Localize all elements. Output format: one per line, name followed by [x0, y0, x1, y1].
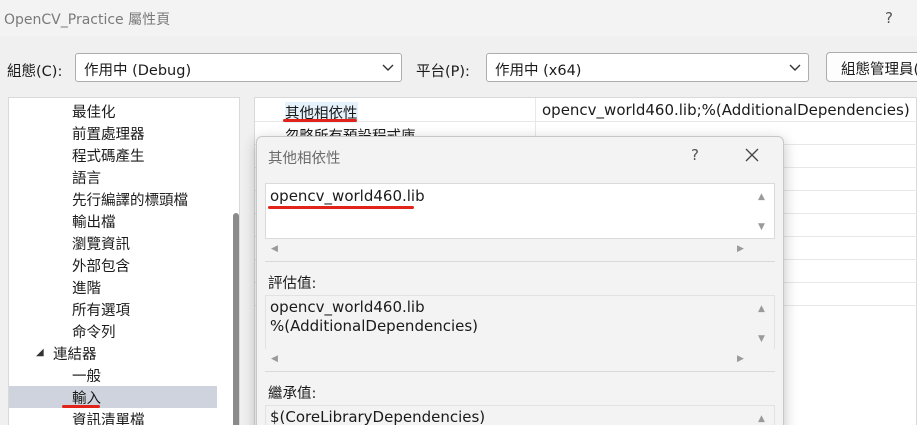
scroll-down-icon[interactable]: ▼: [758, 222, 765, 232]
grid-row-value[interactable]: opencv_world460.lib;%(AdditionalDependen…: [542, 101, 910, 119]
platform-value: 作用中 (x64): [495, 63, 582, 79]
scroll-up-icon[interactable]: ▲: [758, 304, 765, 314]
evaluated-horizontal-scrollbar[interactable]: ◀ ▶: [265, 349, 775, 369]
tree-item-all-options[interactable]: 所有選項: [9, 298, 217, 320]
scroll-up-icon[interactable]: ▲: [758, 192, 765, 202]
tree-item-browse-information[interactable]: 瀏覽資訊: [9, 232, 217, 254]
scroll-left-icon[interactable]: ◀: [271, 354, 278, 364]
chevron-down-icon: [382, 64, 394, 71]
evaluated-line: %(AdditionalDependencies): [270, 317, 479, 335]
dependencies-edit-value[interactable]: opencv_world460.lib: [270, 187, 425, 206]
configuration-manager-label: 組態管理員(: [841, 62, 917, 78]
evaluated-value-label: 評估值:: [268, 276, 317, 292]
tree-item-label: 進階: [72, 281, 101, 297]
annotation-underline-edit-value: [268, 206, 414, 209]
tree-item-label: 輸出檔: [72, 215, 116, 231]
inherited-value-label: 繼承值:: [268, 386, 317, 402]
inherited-line: $(CoreLibraryDependencies): [270, 408, 486, 425]
tree-item-input[interactable]: 輸入: [9, 386, 217, 408]
annotation-underline-input: [62, 405, 100, 408]
dialog-help-icon[interactable]: ?: [691, 146, 699, 164]
configuration-manager-button[interactable]: 組態管理員(: [826, 52, 917, 82]
tree-item-code-generation[interactable]: 程式碼產生: [9, 144, 217, 166]
configuration-dropdown[interactable]: 作用中 (Debug): [75, 53, 402, 82]
help-icon[interactable]: ?: [885, 9, 893, 27]
dependencies-edit-box[interactable]: opencv_world460.lib ▲ ▼: [265, 183, 775, 239]
tree-scrollbar-thumb[interactable]: [233, 213, 239, 425]
tree-item-command-line[interactable]: 命令列: [9, 320, 217, 342]
tree-item-label: 最佳化: [72, 105, 116, 121]
additional-dependencies-dialog: 其他相依性 ? opencv_world460.lib ▲ ▼ ◀ ▶ 評估值:…: [256, 136, 784, 425]
configuration-label: 組態(C):: [7, 64, 63, 80]
close-icon[interactable]: [745, 148, 759, 162]
tree-item-label: 瀏覽資訊: [72, 237, 130, 253]
tree-item-general[interactable]: 一般: [9, 364, 217, 386]
tree-item-label: 外部包含: [72, 259, 130, 275]
divider: [265, 371, 775, 372]
edit-horizontal-scrollbar[interactable]: ◀ ▶: [265, 239, 775, 259]
platform-label: 平台(P):: [416, 64, 470, 80]
tree-item-precompiled-headers[interactable]: 先行編譯的標頭檔: [9, 188, 217, 210]
tree-item-label: 命令列: [72, 325, 116, 341]
tree-item-advanced[interactable]: 進階: [9, 276, 217, 298]
scroll-right-icon[interactable]: ▶: [737, 244, 744, 254]
divider: [265, 261, 775, 262]
property-tree: 最佳化 前置處理器 程式碼產生 語言 先行編譯的標頭檔 輸出檔 瀏覽資訊 外部包…: [8, 97, 240, 425]
inherited-value-box: $(CoreLibraryDependencies) ▲: [265, 405, 775, 425]
tree-item-preprocessor[interactable]: 前置處理器: [9, 122, 217, 144]
tree-item-label: 資訊清單檔: [72, 413, 145, 425]
window-title: OpenCV_Practice 屬性頁: [4, 12, 171, 28]
collapse-triangle-icon[interactable]: ◢: [36, 347, 44, 358]
tree-item-external-includes[interactable]: 外部包含: [9, 254, 217, 276]
scroll-up-icon[interactable]: ▲: [758, 414, 765, 424]
configuration-value: 作用中 (Debug): [84, 63, 192, 79]
scroll-right-icon[interactable]: ▶: [737, 354, 744, 364]
platform-dropdown[interactable]: 作用中 (x64): [486, 53, 809, 82]
scroll-left-icon[interactable]: ◀: [271, 244, 278, 254]
dialog-title: 其他相依性: [268, 151, 341, 167]
chevron-down-icon: [789, 64, 801, 71]
evaluated-value-box: opencv_world460.lib %(AdditionalDependen…: [265, 295, 775, 351]
tree-item-label: 語言: [72, 171, 101, 187]
evaluated-line: opencv_world460.lib: [270, 298, 425, 316]
tree-item-language[interactable]: 語言: [9, 166, 217, 188]
tree-item-label: 程式碼產生: [72, 149, 145, 165]
tree-item-label: 先行編譯的標頭檔: [72, 193, 188, 209]
title-bar: OpenCV_Practice 屬性頁 ?: [0, 0, 917, 36]
tree-item-label: 一般: [72, 369, 101, 385]
tree-item-linker[interactable]: ◢ 連結器: [9, 342, 217, 364]
tree-item-label: 前置處理器: [72, 127, 145, 143]
tree-item-output-files[interactable]: 輸出檔: [9, 210, 217, 232]
annotation-underline-property: [283, 119, 357, 122]
scroll-down-icon[interactable]: ▼: [758, 334, 765, 344]
tree-item-label: 所有選項: [72, 303, 130, 319]
tree-item-optimization[interactable]: 最佳化: [9, 100, 217, 122]
tree-item-label: 連結器: [53, 347, 97, 363]
tree-item-manifest-file[interactable]: 資訊清單檔: [9, 408, 217, 425]
